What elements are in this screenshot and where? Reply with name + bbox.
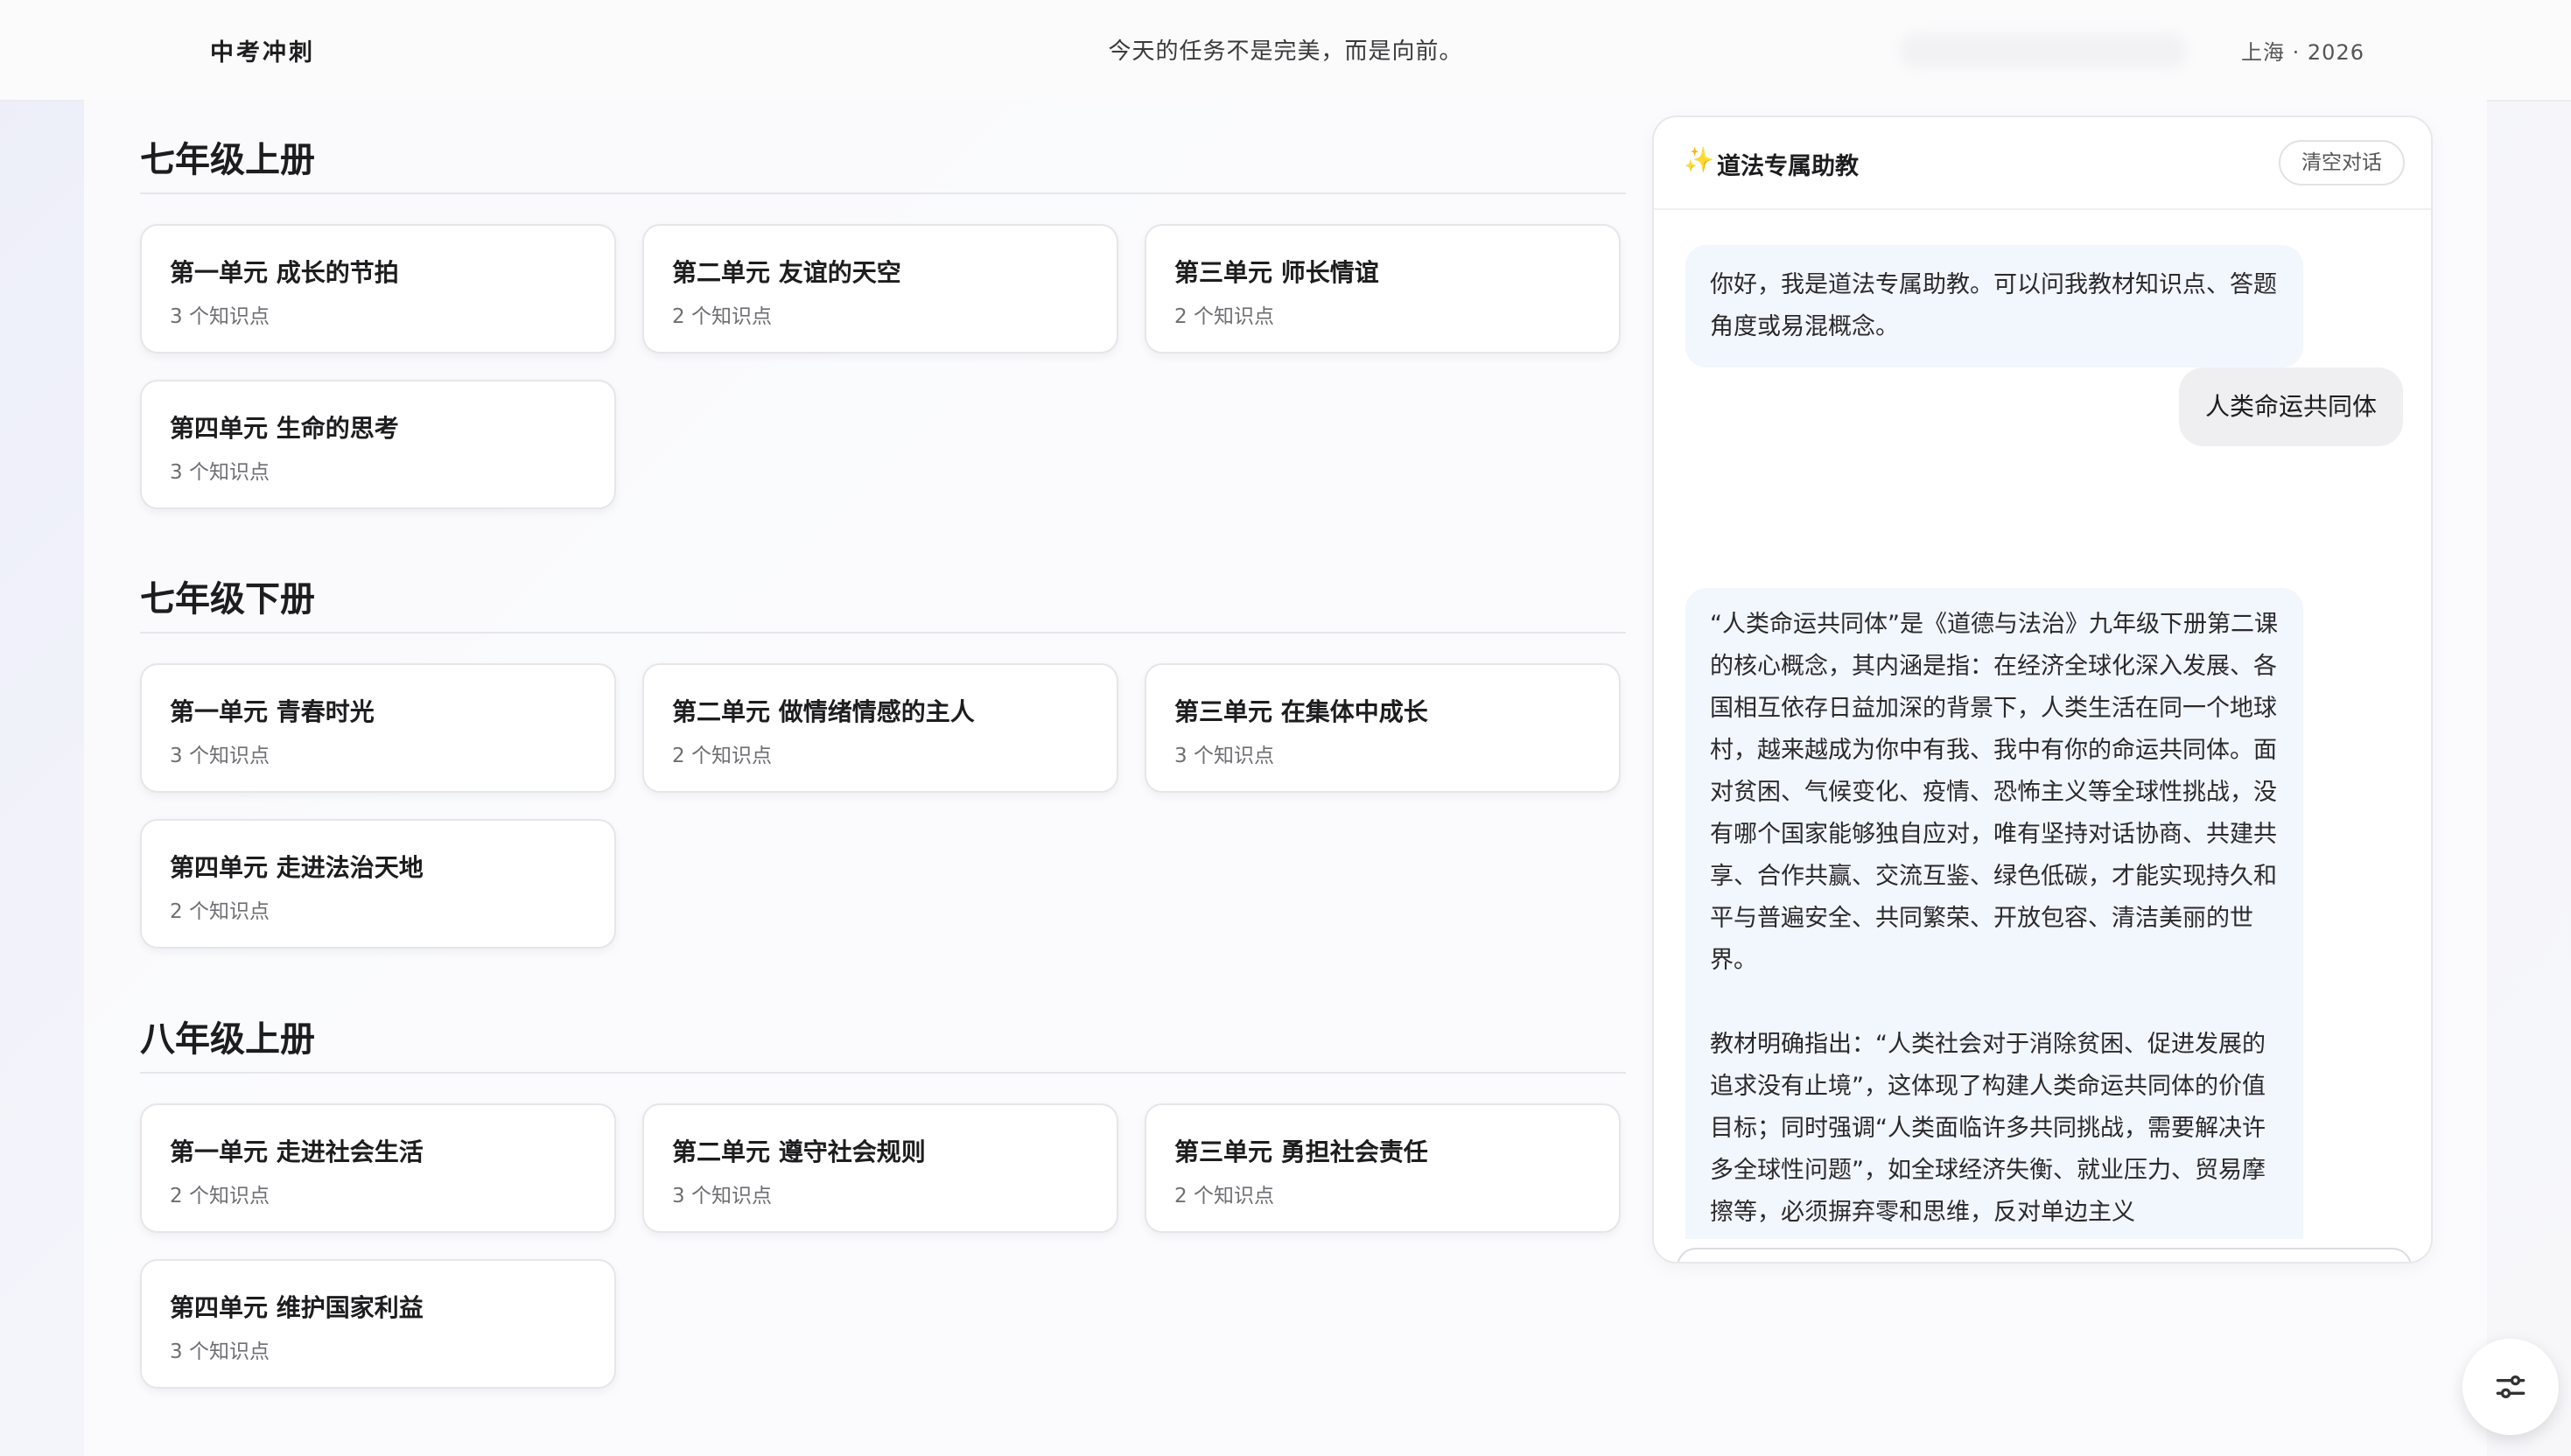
section-divider xyxy=(140,192,1626,194)
unit-title: 第三单元 师长情谊 xyxy=(1174,258,1379,287)
assistant-reply-message: “人类命运共同体”是《道德与法治》九年级下册第二课的核心概念，其内涵是指：在经济… xyxy=(1685,588,2303,1239)
chat-header: ✨ 道法专属助教 清空对话 xyxy=(1654,117,2431,210)
chat-input-box: 发送 xyxy=(1677,1248,2412,1262)
reply-paragraph: 教材明确指出：“人类社会对于消除贫困、促进发展的追求没有止境”，这体现了构建人类… xyxy=(1710,1031,2266,1226)
chat-input-area: 发送 xyxy=(1654,1239,2431,1262)
knowledge-point-count: 3 个知识点 xyxy=(1174,745,1274,767)
knowledge-point-count: 3 个知识点 xyxy=(170,745,270,767)
unit-card[interactable]: 第二单元 做情绪情感的主人 2 个知识点 xyxy=(642,663,1118,793)
chat-messages[interactable]: 你好，我是道法专属助教。可以问我教材知识点、答题角度或易混概念。 人类命运共同体… xyxy=(1654,210,2431,1239)
unit-card[interactable]: 第四单元 维护国家利益 3 个知识点 xyxy=(140,1259,616,1389)
unit-title: 第四单元 生命的思考 xyxy=(170,414,399,443)
unit-title: 第一单元 青春时光 xyxy=(170,697,375,726)
knowledge-point-count: 3 个知识点 xyxy=(170,461,270,484)
section-title: 七年级上册 xyxy=(140,140,315,180)
assistant-greeting-message: 你好，我是道法专属助教。可以问我教材知识点、答题角度或易混概念。 xyxy=(1685,245,2303,368)
unit-card[interactable]: 第四单元 生命的思考 3 个知识点 xyxy=(140,380,616,509)
blurred-placeholder xyxy=(1899,33,2188,68)
reply-paragraph: “人类命运共同体”是《道德与法治》九年级下册第二课的核心概念，其内涵是指：在经济… xyxy=(1710,611,2278,974)
knowledge-point-count: 2 个知识点 xyxy=(1174,1185,1274,1208)
knowledge-point-count: 3 个知识点 xyxy=(170,305,270,328)
unit-card[interactable]: 第三单元 师长情谊 2 个知识点 xyxy=(1145,224,1621,354)
section-title: 七年级下册 xyxy=(140,579,315,620)
assistant-chat-panel: ✨ 道法专属助教 清空对话 你好，我是道法专属助教。可以问我教材知识点、答题角度… xyxy=(1652,116,2433,1264)
user-message: 人类命运共同体 xyxy=(2178,368,2403,446)
unit-title: 第二单元 做情绪情感的主人 xyxy=(672,697,975,726)
knowledge-point-count: 2 个知识点 xyxy=(170,900,270,923)
unit-title: 第二单元 遵守社会规则 xyxy=(672,1138,926,1166)
unit-title: 第四单元 维护国家利益 xyxy=(170,1293,424,1322)
unit-card[interactable]: 第一单元 青春时光 3 个知识点 xyxy=(140,663,616,793)
sliders-icon xyxy=(2496,1375,2525,1399)
knowledge-point-count: 3 个知识点 xyxy=(170,1340,270,1363)
chat-title: 道法专属助教 xyxy=(1717,153,1859,180)
unit-title: 第四单元 走进法治天地 xyxy=(170,853,424,882)
unit-title: 第三单元 勇担社会责任 xyxy=(1174,1138,1428,1166)
location-year: 上海 · 2026 xyxy=(2241,40,2364,65)
knowledge-point-count: 3 个知识点 xyxy=(672,1185,772,1208)
unit-title: 第二单元 友谊的天空 xyxy=(672,258,901,287)
unit-card[interactable]: 第一单元 成长的节拍 3 个知识点 xyxy=(140,224,616,354)
clear-chat-button[interactable]: 清空对话 xyxy=(2279,140,2405,186)
unit-card[interactable]: 第四单元 走进法治天地 2 个知识点 xyxy=(140,819,616,948)
section-divider xyxy=(140,632,1626,634)
unit-card[interactable]: 第三单元 勇担社会责任 2 个知识点 xyxy=(1145,1103,1621,1233)
unit-card[interactable]: 第二单元 遵守社会规则 3 个知识点 xyxy=(642,1103,1118,1233)
top-bar: 中考冲刺 今天的任务不是完美，而是向前。 上海 · 2026 xyxy=(0,0,2571,102)
unit-title: 第一单元 走进社会生活 xyxy=(170,1138,424,1166)
unit-title: 第三单元 在集体中成长 xyxy=(1174,697,1428,726)
knowledge-point-count: 2 个知识点 xyxy=(672,745,772,767)
unit-card[interactable]: 第二单元 友谊的天空 2 个知识点 xyxy=(642,224,1118,354)
knowledge-point-count: 2 个知识点 xyxy=(1174,305,1274,328)
section-divider xyxy=(140,1072,1626,1074)
unit-card[interactable]: 第三单元 在集体中成长 3 个知识点 xyxy=(1145,663,1621,793)
knowledge-point-count: 2 个知识点 xyxy=(170,1185,270,1208)
sparkles-icon: ✨ xyxy=(1684,145,1714,174)
section-title: 八年级上册 xyxy=(140,1019,315,1060)
unit-title: 第一单元 成长的节拍 xyxy=(170,258,399,287)
knowledge-point-count: 2 个知识点 xyxy=(672,305,772,328)
unit-card[interactable]: 第一单元 走进社会生活 2 个知识点 xyxy=(140,1103,616,1233)
settings-fab-button[interactable] xyxy=(2462,1339,2559,1435)
